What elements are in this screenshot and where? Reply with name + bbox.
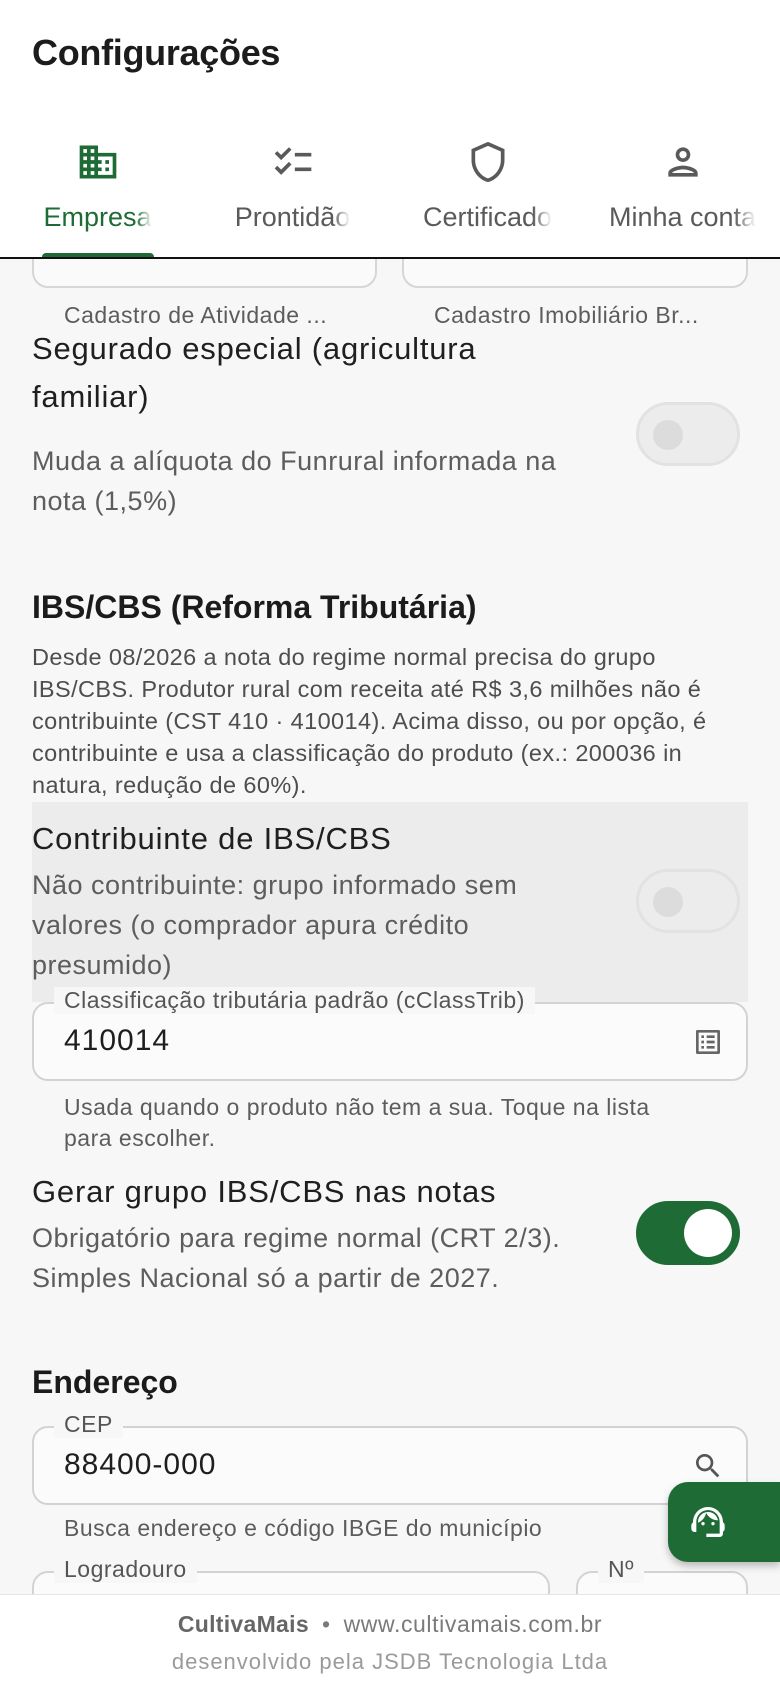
- tab-certificado[interactable]: Certificado: [390, 128, 585, 258]
- endereco-section-title: Endereço: [32, 1364, 178, 1400]
- cep-value: 88400-000: [64, 1448, 217, 1481]
- shield-icon: [471, 141, 504, 183]
- cclasstrib-helper: Usada quando o produto não tem a sua. To…: [64, 1094, 650, 1151]
- ibs-section-title: IBS/CBS (Reforma Tributária): [32, 589, 477, 625]
- toggle-knob: [684, 1209, 732, 1257]
- tab-label: Prontidão: [234, 202, 351, 232]
- footer-separator: •: [321, 1611, 331, 1637]
- support-fab[interactable]: [668, 1482, 780, 1562]
- search-icon[interactable]: [692, 1450, 724, 1482]
- footer-brand: CultivaMais: [177, 1611, 309, 1637]
- toggle-knob: [653, 887, 683, 917]
- cib-field[interactable]: [402, 259, 748, 288]
- logradouro-field[interactable]: Logradouro: [32, 1556, 550, 1594]
- tab-prontidao[interactable]: Prontidão: [195, 128, 390, 258]
- contribuinte-subtitle: Não contribuinte: grupo informado sem va…: [32, 870, 518, 980]
- cclasstrib-label: Classificação tributária padrão (cClassT…: [54, 987, 535, 1014]
- gerar-subtitle: Obrigatório para regime normal (CRT 2/3)…: [32, 1223, 561, 1293]
- cep-label: CEP: [54, 1411, 123, 1438]
- cae-field[interactable]: [32, 259, 377, 288]
- footer-credit: desenvolvido pela JSDB Tecnologia Ltda: [171, 1649, 609, 1674]
- cep-field[interactable]: CEP 88400-000: [32, 1411, 748, 1505]
- gerar-toggle[interactable]: [636, 1201, 740, 1265]
- tab-bar: Empresa Prontidão Certificado Minha cont…: [0, 128, 780, 258]
- tab-label: Minha conta: [608, 202, 757, 232]
- person-icon: [667, 147, 698, 177]
- tab-minha-conta[interactable]: Minha conta: [585, 128, 780, 258]
- segurado-toggle[interactable]: [636, 402, 740, 466]
- gerar-title: Gerar grupo IBS/CBS nas notas: [32, 1174, 497, 1209]
- contribuinte-title: Contribuinte de IBS/CBS: [32, 821, 392, 856]
- cclasstrib-field[interactable]: Classificação tributária padrão (cClassT…: [32, 987, 748, 1081]
- tab-label: Empresa: [43, 202, 152, 232]
- segurado-title: Segurado especial (agricultura familiar): [32, 331, 477, 414]
- tab-empresa[interactable]: Empresa: [0, 128, 195, 258]
- cep-helper: Busca endereço e código IBGE do municípi…: [64, 1515, 543, 1541]
- settings-content[interactable]: Cadastro de Atividade ... Cadastro Imobi…: [0, 259, 780, 1594]
- segurado-subtitle: Muda a alíquota do Funrural informada na…: [32, 446, 557, 516]
- footer-site-link[interactable]: www.cultivamais.com.br: [344, 1611, 603, 1637]
- logradouro-label: Logradouro: [54, 1556, 197, 1583]
- numero-label: Nº: [598, 1556, 645, 1583]
- tab-label: Certificado: [422, 202, 553, 232]
- footer-line: CultivaMais • www.cultivamais.com.br: [0, 1611, 780, 1638]
- list-icon[interactable]: [692, 1026, 724, 1058]
- numero-field[interactable]: Nº: [576, 1556, 748, 1594]
- footer: CultivaMais • www.cultivamais.com.br des…: [0, 1594, 780, 1688]
- building-icon: [79, 145, 116, 179]
- contribuinte-toggle[interactable]: [636, 869, 740, 933]
- cclasstrib-value: 410014: [64, 1024, 171, 1057]
- toggle-knob: [653, 420, 683, 450]
- checklist-icon: [274, 147, 311, 175]
- app-bar: Configurações Empresa Prontidão Certific…: [0, 0, 780, 259]
- page-title: Configurações: [32, 32, 281, 73]
- ibs-description: Desde 08/2026 a nota do regime normal pr…: [32, 644, 707, 798]
- support-agent-icon: [691, 1507, 725, 1537]
